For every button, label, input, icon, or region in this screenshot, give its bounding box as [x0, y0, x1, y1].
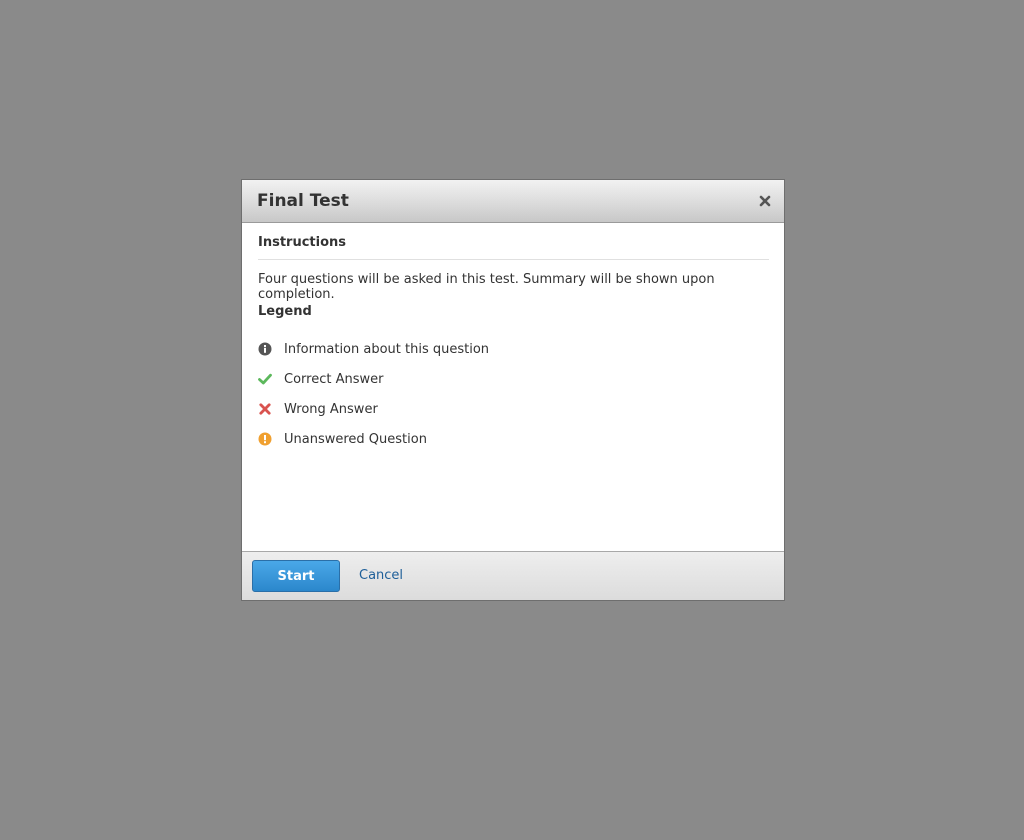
instructions-heading: Instructions	[258, 235, 347, 250]
exclamation-icon	[258, 432, 272, 446]
legend-item-correct: Correct Answer	[258, 364, 489, 394]
legend-list: Information about this question Correct …	[258, 334, 489, 454]
dialog-body: Instructions Four questions will be aske…	[242, 223, 784, 553]
final-test-dialog: Final Test Instructions Four questions w…	[241, 179, 785, 601]
instructions-text: Four questions will be asked in this tes…	[258, 272, 715, 302]
dialog-header: Final Test	[242, 180, 784, 223]
cancel-link[interactable]: Cancel	[359, 568, 403, 583]
legend-label: Correct Answer	[284, 371, 384, 387]
dialog-footer: Start Cancel	[242, 551, 784, 600]
dialog-title: Final Test	[257, 191, 349, 211]
divider	[258, 259, 769, 260]
legend-heading: Legend	[258, 304, 312, 319]
close-icon[interactable]	[758, 193, 772, 207]
legend-item-wrong: Wrong Answer	[258, 394, 489, 424]
start-button[interactable]: Start	[252, 560, 340, 592]
legend-label: Unanswered Question	[284, 431, 427, 447]
legend-label: Information about this question	[284, 341, 490, 357]
legend-label: Wrong Answer	[284, 401, 378, 417]
legend-item-information: Information about this question	[258, 334, 489, 364]
legend-item-unanswered: Unanswered Question	[258, 424, 489, 454]
cross-icon	[258, 402, 272, 416]
check-icon	[258, 372, 272, 386]
info-icon	[258, 342, 272, 356]
